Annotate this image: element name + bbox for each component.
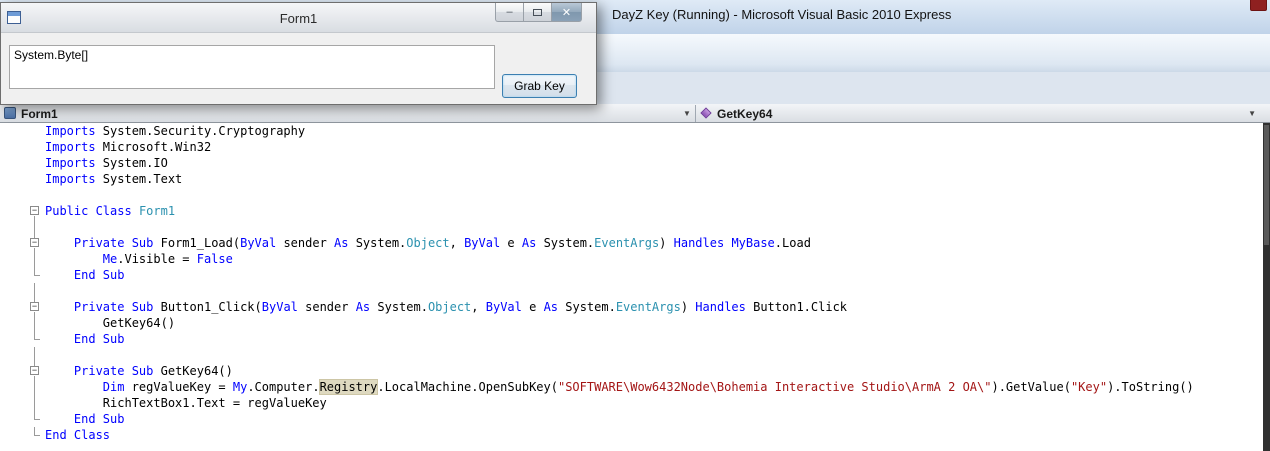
fold-collapse-icon[interactable]: − (30, 238, 39, 247)
outlining-margin (0, 411, 45, 427)
outlining-margin: − (0, 235, 45, 251)
maximize-button[interactable] (523, 3, 552, 22)
chevron-down-icon[interactable]: ▼ (1248, 109, 1256, 118)
code-line[interactable]: Dim regValueKey = My.Computer.Registry.L… (0, 379, 1194, 395)
outlining-margin (0, 395, 45, 411)
code-line[interactable] (0, 219, 1194, 235)
code-line[interactable]: GetKey64() (0, 315, 1194, 331)
outlining-margin (0, 219, 45, 235)
code-text: End Sub (73, 332, 125, 346)
outlining-margin (0, 251, 45, 267)
code-line[interactable]: − Private Sub Form1_Load(ByVal sender As… (0, 235, 1194, 251)
outlining-margin: − (0, 203, 45, 219)
object-dropdown[interactable]: Form1 (21, 107, 58, 121)
code-text: Private Sub GetKey64() (73, 364, 233, 378)
code-line[interactable]: Imports System.Text (0, 171, 1194, 187)
code-text: Private Sub Button1_Click(ByVal sender A… (73, 300, 848, 314)
code-line[interactable]: Imports Microsoft.Win32 (0, 139, 1194, 155)
chevron-down-icon[interactable]: ▼ (683, 109, 691, 118)
outlining-margin (0, 347, 45, 363)
scrollbar-thumb[interactable] (1264, 125, 1269, 245)
minimize-icon: – (506, 6, 513, 18)
outlining-margin: − (0, 363, 45, 379)
navbar-divider (695, 105, 696, 122)
code-text: End Class (45, 428, 111, 442)
outlining-margin (0, 315, 45, 331)
minimize-button[interactable]: – (495, 3, 524, 22)
method-icon (700, 107, 712, 119)
form1-window: Form1 – ✕ System.Byte[] Grab Key (0, 2, 597, 105)
fold-collapse-icon[interactable]: − (30, 206, 39, 215)
code-line[interactable]: Me.Visible = False (0, 251, 1194, 267)
code-line[interactable]: Imports System.Security.Cryptography (0, 123, 1194, 139)
code-text: Imports System.Text (45, 172, 183, 186)
window-buttons: – ✕ (495, 3, 582, 22)
code-text: End Sub (73, 268, 125, 282)
code-line[interactable]: End Sub (0, 331, 1194, 347)
code-line[interactable]: End Sub (0, 267, 1194, 283)
code-text: GetKey64() (45, 316, 176, 330)
outlining-margin (0, 379, 45, 395)
code-text: Imports Microsoft.Win32 (45, 140, 212, 154)
code-text: Private Sub Form1_Load(ByVal sender As S… (73, 236, 811, 250)
code-text: Dim regValueKey = My.Computer.Registry.L… (102, 379, 1194, 395)
code-line[interactable]: − Private Sub Button1_Click(ByVal sender… (0, 299, 1194, 315)
class-icon (4, 107, 16, 119)
maximize-icon (533, 8, 542, 16)
close-icon: ✕ (561, 6, 572, 19)
code-line[interactable]: RichTextBox1.Text = regValueKey (0, 395, 1194, 411)
outlining-margin (0, 427, 45, 443)
outlining-margin (0, 187, 45, 203)
outlining-margin (0, 283, 45, 299)
code-line[interactable] (0, 347, 1194, 363)
procedure-dropdown[interactable]: GetKey64 (717, 107, 772, 121)
outlining-margin: − (0, 299, 45, 315)
outlining-margin (0, 331, 45, 347)
vertical-scrollbar[interactable] (1263, 123, 1270, 451)
code-line[interactable]: End Class (0, 427, 1194, 443)
code-line[interactable] (0, 187, 1194, 203)
code-editor[interactable]: Imports System.Security.Cryptography Impo… (0, 123, 1270, 451)
form1-titlebar[interactable]: Form1 – ✕ (1, 3, 596, 33)
code-line[interactable]: − Private Sub GetKey64() (0, 363, 1194, 379)
fold-collapse-icon[interactable]: − (30, 366, 39, 375)
code-line[interactable] (0, 283, 1194, 299)
code-line[interactable]: End Sub (0, 411, 1194, 427)
code-text: Public Class Form1 (45, 204, 176, 218)
navigation-bar: Form1 ▼ GetKey64 ▼ (0, 104, 1270, 123)
code-text: Me.Visible = False (102, 252, 233, 266)
code-line[interactable]: − Public Class Form1 (0, 203, 1194, 219)
outlining-margin (0, 139, 45, 155)
code-text: RichTextBox1.Text = regValueKey (45, 396, 327, 410)
screen: DayZ Key (Running) - Microsoft Visual Ba… (0, 0, 1270, 451)
outlining-margin (0, 267, 45, 283)
key-textbox[interactable]: System.Byte[] (9, 45, 495, 89)
code-text: Imports System.IO (45, 156, 168, 170)
window-title: DayZ Key (Running) - Microsoft Visual Ba… (612, 7, 952, 22)
fold-collapse-icon[interactable]: − (30, 302, 39, 311)
outlining-margin (0, 155, 45, 171)
outlining-margin (0, 171, 45, 187)
code-text: End Sub (73, 412, 125, 426)
code-text: Imports System.Security.Cryptography (45, 124, 306, 138)
grab-key-button[interactable]: Grab Key (502, 74, 577, 98)
code-lines: Imports System.Security.Cryptography Impo… (0, 123, 1194, 443)
code-line[interactable]: Imports System.IO (0, 155, 1194, 171)
close-button[interactable]: ✕ (551, 3, 582, 22)
outlining-margin (0, 123, 45, 139)
vs-close-button[interactable] (1250, 0, 1267, 11)
